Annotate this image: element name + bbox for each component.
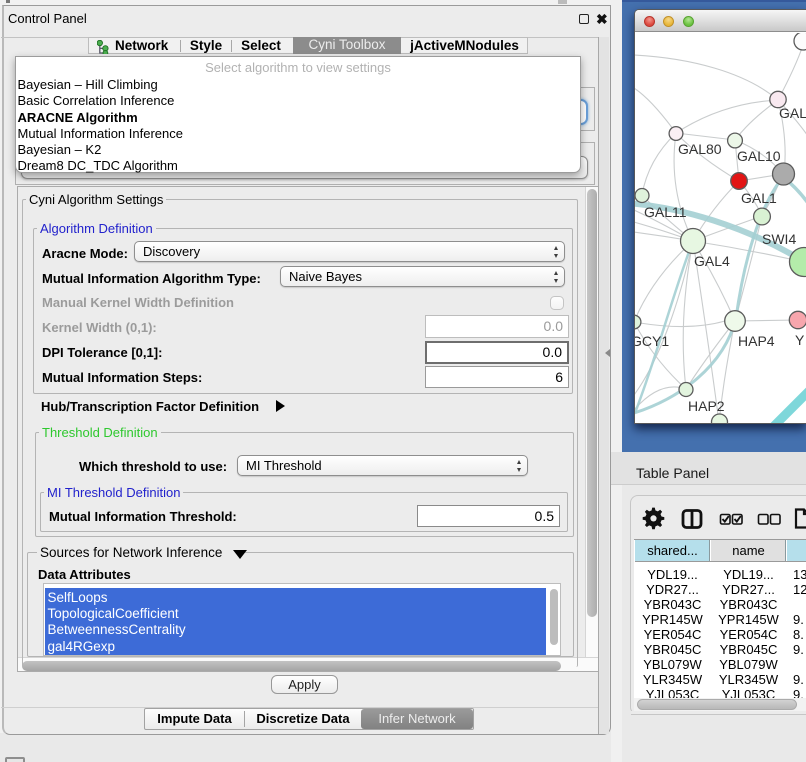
svg-text:GAL11: GAL11 <box>644 204 687 220</box>
svg-text:GCY1: GCY1 <box>635 333 669 349</box>
svg-text:GAL4: GAL4 <box>694 253 730 269</box>
svg-text:GAL1: GAL1 <box>741 190 777 206</box>
svg-text:GAL10: GAL10 <box>737 148 781 164</box>
svg-text:GAL: GAL <box>779 105 806 121</box>
svg-text:Y: Y <box>795 332 805 348</box>
svg-text:HAP4: HAP4 <box>738 333 775 349</box>
svg-text:SWI4: SWI4 <box>762 231 796 247</box>
svg-text:GAL80: GAL80 <box>678 141 722 157</box>
svg-text:HAP2: HAP2 <box>688 398 725 414</box>
